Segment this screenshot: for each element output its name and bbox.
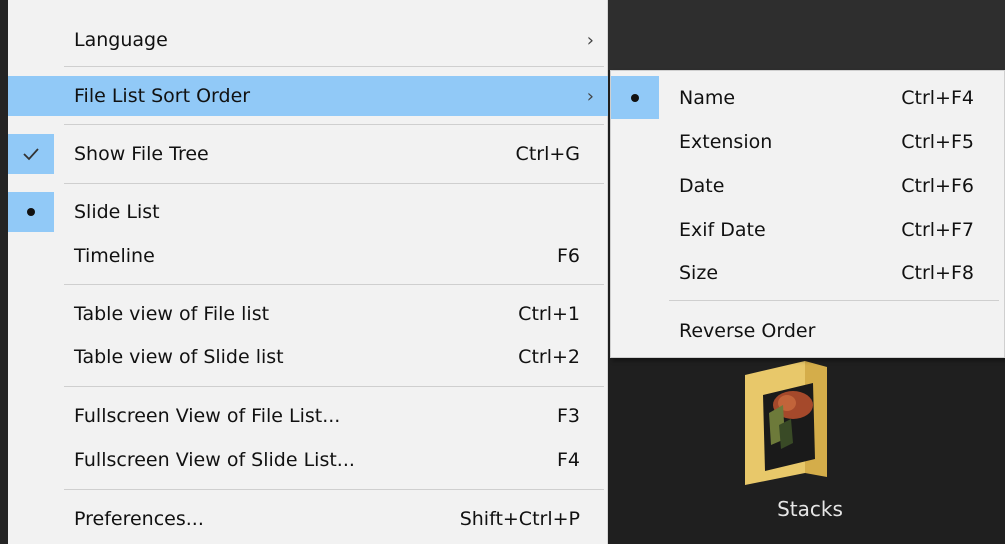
submenu-item-shortcut: Ctrl+F7 xyxy=(901,218,974,241)
menu-item-file-list-sort-order[interactable]: File List Sort Order › xyxy=(8,76,608,116)
submenu-item-reverse-order[interactable]: Reverse Order xyxy=(611,309,1004,352)
menu-item-shortcut: Ctrl+1 xyxy=(518,303,580,325)
menu-item-language[interactable]: Language › xyxy=(8,20,608,60)
submenu-item-label: Reverse Order xyxy=(679,319,816,342)
folder-icon[interactable] xyxy=(735,355,835,485)
submenu-item-label: Extension xyxy=(679,130,773,153)
menu-item-slide-list[interactable]: Slide List xyxy=(8,192,608,232)
menu-item-gutter xyxy=(8,337,54,377)
menu-item-label: Table view of Slide list xyxy=(74,346,284,368)
menu-item-table-view-file-list[interactable]: Table view of File list Ctrl+1 xyxy=(8,294,608,334)
submenu-separator xyxy=(669,300,999,301)
menu-item-gutter xyxy=(8,236,54,276)
submenu-item-label: Exif Date xyxy=(679,218,766,241)
folder-graphic xyxy=(745,361,827,485)
submenu-item-extension[interactable]: Extension Ctrl+F5 xyxy=(611,120,1004,163)
radio-dot-icon xyxy=(8,192,54,232)
menu-item-label: Fullscreen View of Slide List... xyxy=(74,449,355,471)
menu-item-timeline[interactable]: Timeline F6 xyxy=(8,236,608,276)
menu-item-preferences[interactable]: Preferences... Shift+Ctrl+P xyxy=(8,499,608,539)
menu-item-gutter xyxy=(8,76,54,116)
menu-item-table-view-slide-list[interactable]: Table view of Slide list Ctrl+2 xyxy=(8,337,608,377)
radio-dot-icon xyxy=(611,76,659,119)
menu-item-shortcut: Shift+Ctrl+P xyxy=(459,508,580,530)
submenu-item-shortcut: Ctrl+F4 xyxy=(901,86,974,109)
menu-separator xyxy=(64,386,604,387)
submenu-item-gutter xyxy=(611,251,659,294)
submenu-item-size[interactable]: Size Ctrl+F8 xyxy=(611,251,1004,294)
submenu-item-date[interactable]: Date Ctrl+F6 xyxy=(611,164,1004,207)
background-panel-top xyxy=(600,0,1005,70)
menu-item-label: File List Sort Order xyxy=(74,85,251,107)
menu-item-label: Table view of File list xyxy=(74,303,270,325)
chevron-right-icon: › xyxy=(586,29,594,51)
menu-separator xyxy=(64,124,604,125)
menu-item-shortcut: F6 xyxy=(556,245,580,267)
submenu-item-gutter xyxy=(611,208,659,251)
submenu-item-gutter xyxy=(611,164,659,207)
sort-order-submenu: Name Ctrl+F4 Extension Ctrl+F5 Date Ctrl… xyxy=(610,70,1005,358)
chevron-right-icon: › xyxy=(586,85,594,107)
menu-item-gutter xyxy=(8,294,54,334)
submenu-item-label: Size xyxy=(679,261,719,284)
menu-item-shortcut: F3 xyxy=(556,405,580,427)
menu-separator xyxy=(64,489,604,490)
checkmark-icon xyxy=(8,134,54,174)
menu-item-shortcut: Ctrl+2 xyxy=(518,346,580,368)
submenu-item-exif-date[interactable]: Exif Date Ctrl+F7 xyxy=(611,208,1004,251)
context-menu: Language › File List Sort Order › Show F… xyxy=(8,0,608,544)
menu-item-shortcut: F4 xyxy=(556,449,580,471)
submenu-item-gutter xyxy=(611,309,659,352)
submenu-item-shortcut: Ctrl+F8 xyxy=(901,261,974,284)
menu-item-gutter xyxy=(8,440,54,480)
folder-label[interactable]: Stacks xyxy=(700,497,920,521)
menu-item-label: Language xyxy=(74,29,168,51)
menu-separator xyxy=(64,66,604,67)
menu-item-label: Fullscreen View of File List... xyxy=(74,405,341,427)
menu-separator xyxy=(64,183,604,184)
submenu-item-label: Name xyxy=(679,86,736,109)
menu-item-gutter xyxy=(8,499,54,539)
submenu-item-gutter xyxy=(611,120,659,163)
screen: Stacks Language › File List Sort Order ›… xyxy=(0,0,1005,544)
menu-item-label: Slide List xyxy=(74,201,160,223)
menu-item-gutter xyxy=(8,396,54,436)
submenu-item-shortcut: Ctrl+F6 xyxy=(901,174,974,197)
menu-item-show-file-tree[interactable]: Show File Tree Ctrl+G xyxy=(8,134,608,174)
submenu-item-shortcut: Ctrl+F5 xyxy=(901,130,974,153)
menu-item-label: Preferences... xyxy=(74,508,204,530)
menu-item-label: Show File Tree xyxy=(74,143,209,165)
menu-item-shortcut: Ctrl+G xyxy=(515,143,580,165)
menu-item-label: Timeline xyxy=(74,245,155,267)
menu-item-fullscreen-slide-list[interactable]: Fullscreen View of Slide List... F4 xyxy=(8,440,608,480)
menu-item-gutter xyxy=(8,20,54,60)
submenu-item-label: Date xyxy=(679,174,725,197)
menu-separator xyxy=(64,284,604,285)
menu-item-fullscreen-file-list[interactable]: Fullscreen View of File List... F3 xyxy=(8,396,608,436)
submenu-item-name[interactable]: Name Ctrl+F4 xyxy=(611,76,1004,119)
